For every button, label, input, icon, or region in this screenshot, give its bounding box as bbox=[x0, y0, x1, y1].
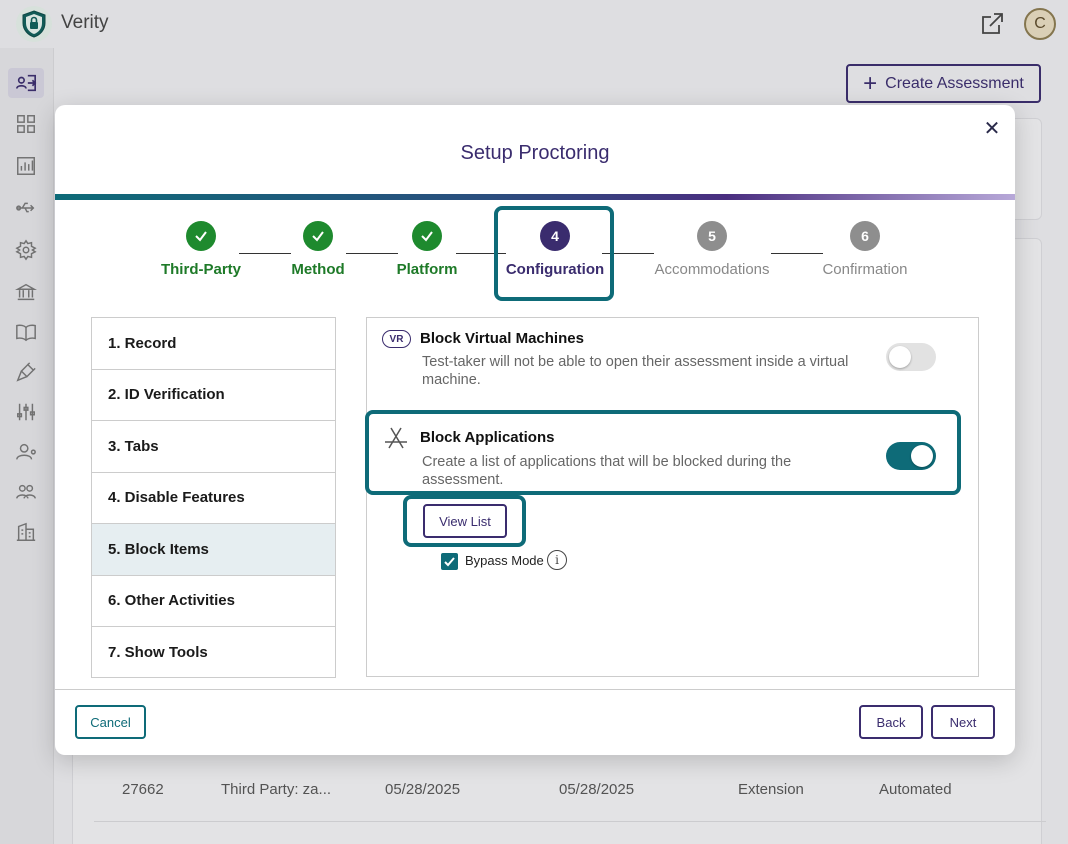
setup-proctoring-modal: Setup Proctoring ✕ Third-Party Method Pl… bbox=[55, 105, 1015, 755]
info-icon[interactable]: i bbox=[547, 550, 567, 570]
close-icon[interactable]: ✕ bbox=[982, 119, 1002, 139]
current-step-highlight bbox=[494, 206, 614, 301]
step-method[interactable]: Method bbox=[268, 221, 368, 278]
footer-divider bbox=[55, 689, 1015, 690]
block-items-panel: VR Block Virtual Machines Test-taker wil… bbox=[365, 317, 979, 677]
step-third-party[interactable]: Third-Party bbox=[151, 221, 251, 278]
check-icon bbox=[303, 221, 333, 251]
block-apps-highlight bbox=[365, 410, 961, 495]
nav-item-record[interactable]: 1. Record bbox=[92, 318, 335, 370]
nav-item-show-tools[interactable]: 7. Show Tools bbox=[92, 627, 335, 679]
step-platform[interactable]: Platform bbox=[377, 221, 477, 278]
block-vm-toggle[interactable] bbox=[886, 343, 936, 371]
cancel-button[interactable]: Cancel bbox=[75, 705, 146, 739]
modal-title: Setup Proctoring bbox=[460, 142, 610, 164]
next-button[interactable]: Next bbox=[931, 705, 995, 739]
step-number-badge: 5 bbox=[697, 221, 727, 251]
nav-item-disable-features[interactable]: 4. Disable Features bbox=[92, 473, 335, 524]
bypass-mode-label: Bypass Mode bbox=[465, 553, 544, 568]
bypass-mode-checkbox[interactable] bbox=[441, 553, 458, 570]
step-accommodations[interactable]: 5 Accommodations bbox=[647, 221, 777, 278]
block-vm-title: Block Virtual Machines bbox=[420, 330, 584, 347]
check-icon bbox=[412, 221, 442, 251]
check-icon bbox=[186, 221, 216, 251]
view-list-highlight bbox=[403, 495, 526, 547]
nav-item-block-items[interactable]: 5. Block Items bbox=[92, 524, 335, 576]
gradient-divider bbox=[55, 194, 1015, 200]
nav-item-other-activities[interactable]: 6. Other Activities bbox=[92, 576, 335, 627]
nav-item-tabs[interactable]: 3. Tabs bbox=[92, 421, 335, 473]
block-vm-description: Test-taker will not be able to open thei… bbox=[422, 354, 849, 388]
back-button[interactable]: Back bbox=[859, 705, 923, 739]
config-section-nav: 1. Record 2. ID Verification 3. Tabs 4. … bbox=[91, 317, 336, 678]
step-confirmation[interactable]: 6 Confirmation bbox=[805, 221, 925, 278]
vr-icon: VR bbox=[382, 330, 411, 348]
nav-item-id-verification[interactable]: 2. ID Verification bbox=[92, 370, 335, 421]
step-number-badge: 6 bbox=[850, 221, 880, 251]
